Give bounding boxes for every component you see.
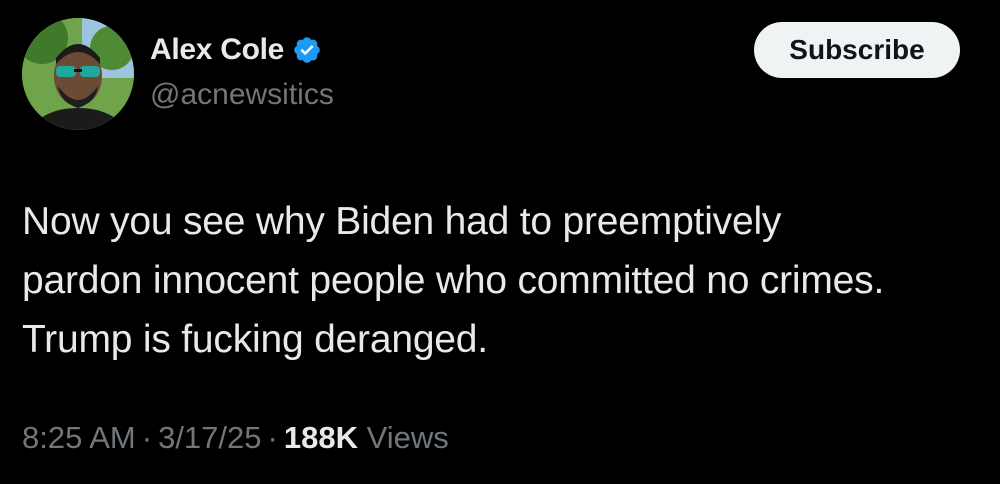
views-count: 188K	[283, 420, 358, 455]
tweet-text-line: pardon innocent people who committed no …	[22, 259, 885, 302]
subscribe-button[interactable]: Subscribe	[754, 22, 960, 78]
author-handle[interactable]: @acnewsitics	[150, 78, 334, 112]
meta-separator: ·	[267, 420, 278, 455]
views-label: Views	[366, 420, 449, 455]
verified-badge-icon	[292, 35, 322, 65]
tweet-text-line: Now you see why Biden had to preemptivel…	[22, 200, 782, 243]
tweet-date[interactable]: 3/17/25	[158, 420, 261, 455]
author-display-name[interactable]: Alex Cole	[150, 33, 284, 67]
tweet-text-line: Trump is fucking deranged.	[22, 318, 488, 361]
tweet-meta: 8:25 AM · 3/17/25 · 188K Views	[22, 420, 449, 456]
avatar-photo	[22, 18, 134, 130]
author-name-row[interactable]: Alex Cole	[150, 30, 322, 70]
tweet-card: Alex Cole @acnewsitics Subscribe Now you…	[0, 0, 1000, 484]
avatar[interactable]	[22, 18, 134, 130]
tweet-text: Now you see why Biden had to preemptivel…	[22, 192, 992, 369]
meta-separator: ·	[141, 420, 153, 455]
tweet-time[interactable]: 8:25 AM	[22, 420, 136, 455]
